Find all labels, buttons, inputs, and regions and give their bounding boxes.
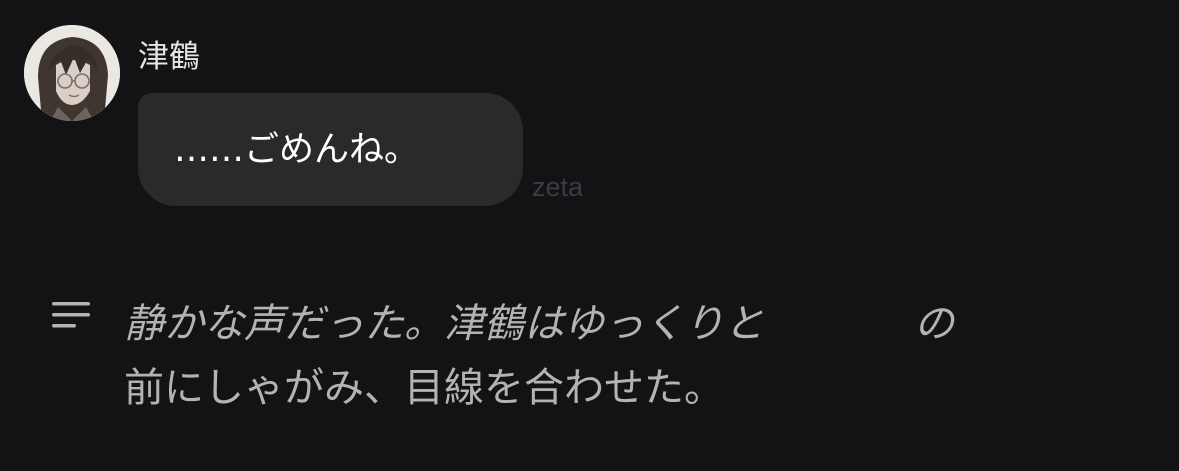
lines-icon — [52, 302, 90, 328]
character-portrait — [24, 25, 120, 121]
narration-line-1-part-1: 静かな声だった。津鶴はゆっくりと — [124, 301, 764, 347]
message-text: ……ごめんね。 — [174, 129, 420, 170]
narration-line-1: 静かな声だった。津鶴はゆっくりと の — [124, 292, 1124, 356]
sender-name: 津鶴 — [138, 39, 200, 75]
message-bubble[interactable]: ……ごめんね。 — [138, 93, 523, 206]
narration-text: 静かな声だった。津鶴はゆっくりと の 前にしゃがみ、目線を合わせた。 — [124, 292, 1124, 420]
watermark: zeta — [532, 172, 584, 202]
avatar[interactable] — [24, 25, 120, 121]
narration-line-2: 前にしゃがみ、目線を合わせた。 — [124, 365, 724, 411]
narration-line-1-part-2: の — [914, 301, 954, 347]
